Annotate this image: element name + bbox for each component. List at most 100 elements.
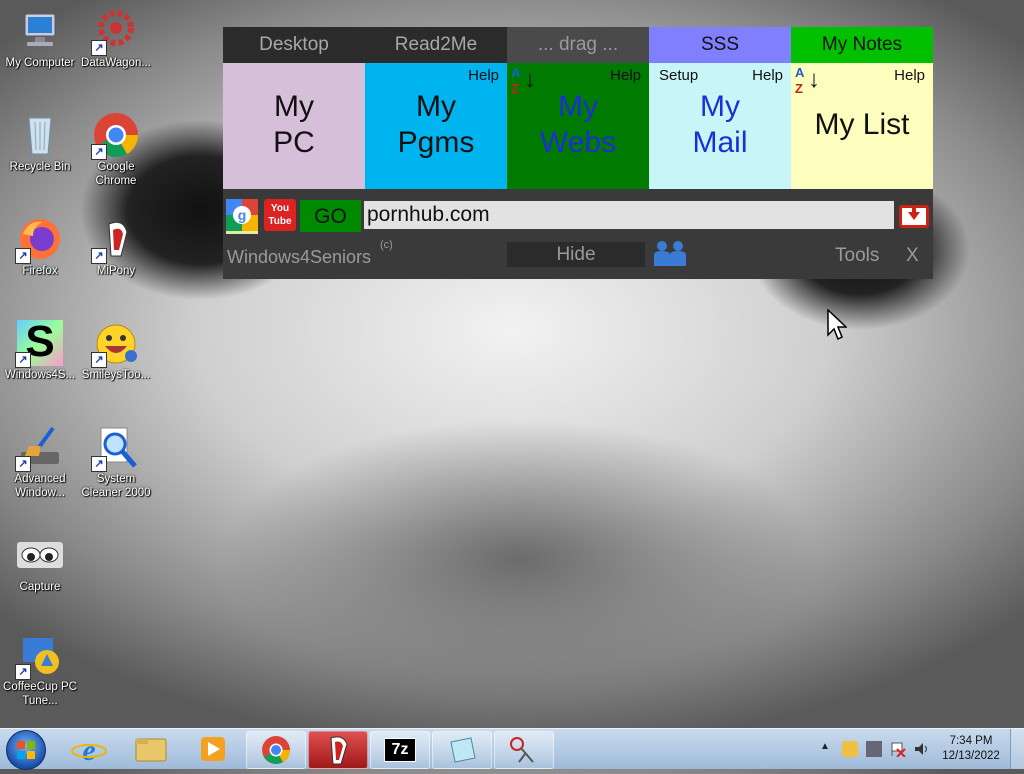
show-desktop-button[interactable] — [1010, 729, 1024, 769]
desktop-icon-recycle-bin[interactable]: Recycle Bin — [1, 112, 79, 174]
taskbar-7zip[interactable]: 7z — [370, 731, 430, 769]
help-link-mail[interactable]: Help — [752, 67, 783, 84]
hide-button[interactable]: Hide — [507, 242, 645, 267]
tile-my-webs-line2: Webs — [539, 126, 617, 159]
tray-network-icon[interactable] — [842, 741, 858, 757]
tray-devices-icon[interactable] — [866, 741, 882, 757]
desktop-icon-label: SmileysToo... — [81, 369, 151, 381]
capture-eyes-icon — [17, 540, 63, 570]
google-search-icon[interactable]: g — [226, 199, 258, 234]
close-button[interactable]: X — [906, 245, 919, 267]
tab-my-notes[interactable]: My Notes — [791, 27, 933, 63]
tile-my-list[interactable]: A Z ↓ Help My List — [791, 63, 933, 189]
taskbar-media-player[interactable] — [184, 731, 242, 767]
desktop-icon-label: MiPony — [96, 265, 136, 277]
drag-handle[interactable]: ... drag ... — [507, 27, 649, 63]
tile-my-mail-line1: My — [700, 90, 740, 123]
broom-icon: ↗ — [15, 424, 63, 472]
desktop-icon-label: CoffeeCup PC Tune... — [3, 681, 77, 707]
media-player-icon — [201, 737, 225, 761]
show-hidden-icons-button[interactable]: ▲ — [820, 741, 830, 752]
tray-flag-icon[interactable] — [890, 741, 906, 758]
tile-my-pc[interactable]: My PC — [223, 63, 365, 189]
desktop-icon-google-chrome[interactable]: ↗ Google Chrome — [77, 112, 155, 188]
sort-az-icon[interactable]: A Z ↓ — [795, 65, 823, 99]
help-link-list[interactable]: Help — [894, 67, 925, 84]
tile-my-pc-line2: PC — [273, 126, 315, 159]
tools-button[interactable]: Tools — [835, 245, 879, 267]
taskbar-snipping-tool[interactable] — [494, 731, 554, 769]
desktop-icon-label: Recycle Bin — [9, 161, 71, 173]
start-button[interactable] — [6, 730, 46, 770]
shortcut-arrow-icon: ↗ — [91, 144, 107, 160]
taskbar-notepad[interactable] — [432, 731, 492, 769]
go-button[interactable]: GO — [300, 200, 361, 232]
desktop-icon-mipony[interactable]: ↗ MiPony — [77, 216, 155, 278]
tile-my-mail[interactable]: Setup Help My Mail — [649, 63, 791, 189]
scissors-icon — [510, 737, 534, 763]
youtube-icon[interactable]: You Tube — [264, 199, 296, 231]
tile-my-webs[interactable]: A Z ↓ Help My Webs — [507, 63, 649, 189]
windows4seniors-icon: S ↗ — [15, 317, 63, 368]
clock[interactable]: 7:34 PM 12/13/2022 — [940, 734, 1002, 764]
desktop-icon-coffeecup[interactable]: ↗ CoffeeCup PC Tune... — [1, 632, 79, 708]
desktop-icon-firefox[interactable]: ↗ Firefox — [1, 216, 79, 278]
computer-icon — [17, 8, 63, 54]
taskbar-chrome[interactable] — [246, 731, 306, 769]
tile-my-mail-line2: Mail — [692, 126, 748, 159]
taskbar-mipony[interactable] — [308, 731, 368, 769]
taskbar: e 7z ▲ 7:34 PM 12/13/2022 — [0, 728, 1024, 770]
gear-red-icon: ↗ — [91, 8, 139, 56]
desktop-icon-label: My Computer — [5, 57, 75, 69]
desktop-icon-label: System Cleaner 2000 — [81, 473, 151, 499]
url-input[interactable] — [364, 201, 894, 229]
windows4seniors-panel: Desktop Read2Me ... drag ... SSS My Note… — [223, 27, 933, 279]
tile-my-pgms-line2: Pgms — [397, 126, 475, 159]
tile-my-webs-line1: My — [558, 90, 598, 123]
7zip-icon: 7z — [384, 738, 416, 762]
desktop-icon-system-cleaner[interactable]: ↗ System Cleaner 2000 — [77, 424, 155, 500]
taskbar-internet-explorer[interactable]: e — [60, 731, 118, 767]
brand-label: Windows4Seniors — [227, 247, 372, 267]
desktop-icon-label: Windows4S... — [4, 369, 76, 381]
desktop-icon-label: Google Chrome — [95, 161, 137, 187]
clock-date: 12/13/2022 — [942, 750, 1000, 762]
smiley-icon: ↗ — [91, 320, 139, 368]
taskbar-file-explorer[interactable] — [122, 731, 180, 767]
desktop-icon-smileys-tool[interactable]: ↗ SmileysToo... — [77, 320, 155, 382]
tray-volume-icon[interactable] — [914, 741, 930, 757]
tv-download-icon[interactable] — [898, 198, 930, 230]
shortcut-arrow-icon: ↗ — [91, 40, 107, 56]
mipony-icon: ↗ — [91, 216, 139, 264]
windows-logo-icon — [17, 741, 35, 759]
mouse-cursor-icon — [827, 308, 848, 346]
people-icon[interactable] — [651, 240, 689, 268]
tab-read2me[interactable]: Read2Me — [365, 27, 507, 63]
shortcut-arrow-icon: ↗ — [91, 352, 107, 368]
tab-sss[interactable]: SSS — [649, 27, 791, 63]
desktop-icon-datawagon[interactable]: ↗ DataWagon... — [77, 8, 155, 70]
desktop-icon-label: Capture — [19, 581, 61, 593]
shortcut-arrow-icon: ↗ — [91, 248, 107, 264]
tile-my-list-label: My List — [814, 108, 910, 141]
mipony-icon — [330, 736, 348, 765]
internet-explorer-icon: e — [71, 734, 107, 767]
shortcut-arrow-icon: ↗ — [91, 456, 107, 472]
desktop-icon-my-computer[interactable]: My Computer — [1, 8, 79, 70]
tab-desktop[interactable]: Desktop — [223, 27, 365, 63]
help-link-pgms[interactable]: Help — [468, 67, 499, 84]
desktop-icon-windows4seniors[interactable]: S ↗ Windows4S... — [1, 317, 79, 382]
tile-my-pgms[interactable]: Help My Pgms — [365, 63, 507, 189]
copyright-mark: (c) — [380, 239, 393, 251]
setup-link-mail[interactable]: Setup — [659, 67, 698, 84]
tile-my-pc-line1: My — [274, 90, 314, 123]
clock-time: 7:34 PM — [949, 735, 993, 747]
firefox-icon: ↗ — [15, 216, 63, 264]
help-link-webs[interactable]: Help — [610, 67, 641, 84]
shortcut-arrow-icon: ↗ — [15, 456, 31, 472]
desktop-icon-advanced-window[interactable]: ↗ Advanced Window... — [1, 424, 79, 500]
desktop-icon-label: DataWagon... — [81, 57, 151, 69]
folder-icon — [135, 738, 167, 762]
shortcut-arrow-icon: ↗ — [15, 352, 31, 368]
desktop-icon-capture[interactable]: Capture — [1, 540, 79, 594]
